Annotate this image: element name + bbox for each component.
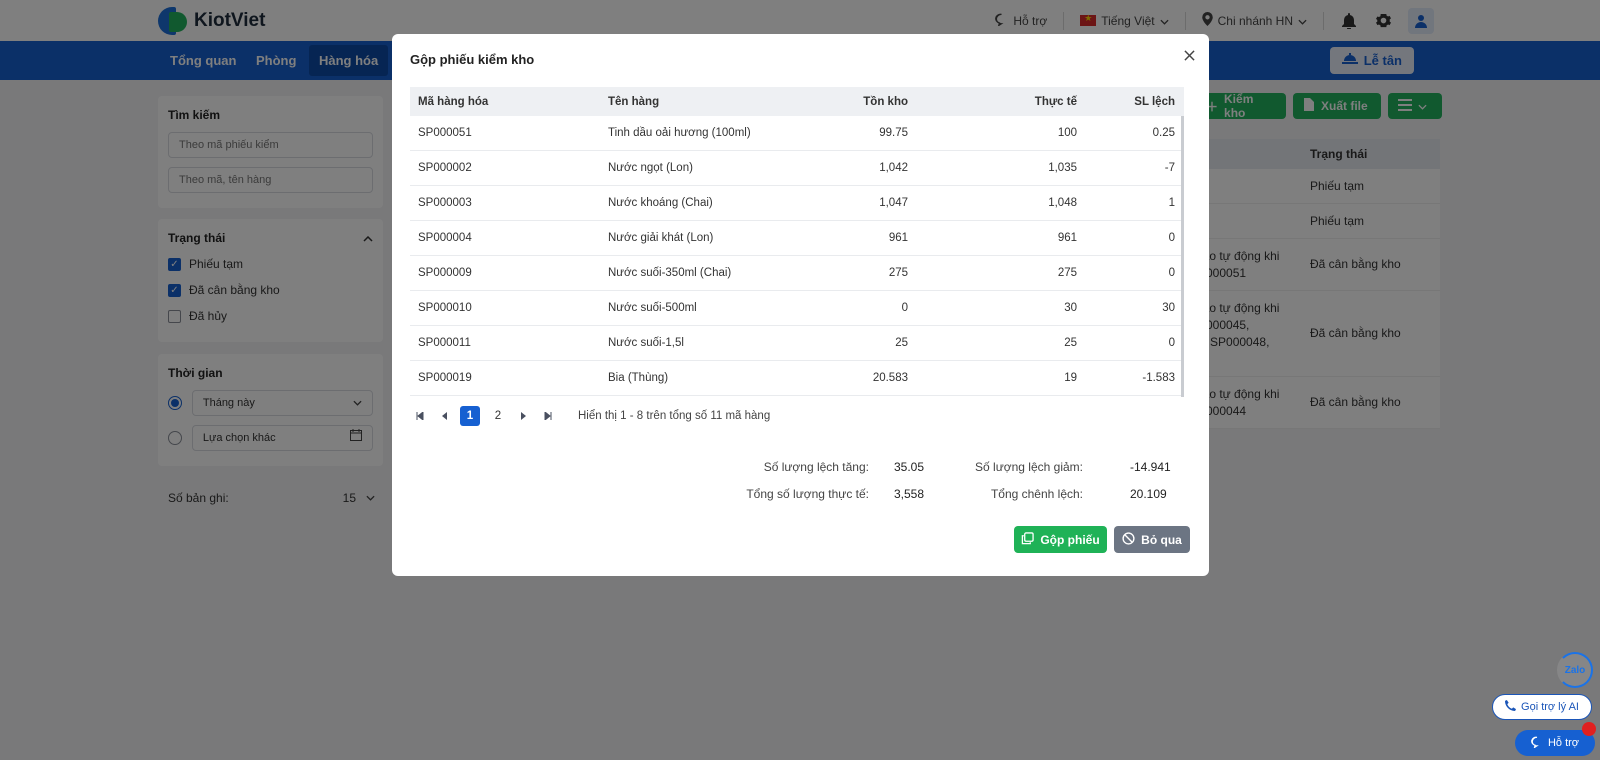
pagination-info: Hiển thị 1 - 8 trên tổng số 11 mã hàng [578, 410, 771, 422]
skip-label: Bỏ qua [1141, 532, 1182, 547]
cell-diff: 0 [1168, 337, 1175, 349]
total-diff-label: Tổng chênh lệch: [990, 487, 1083, 501]
phone-icon [1505, 700, 1517, 714]
cell-diff: 0 [1168, 232, 1175, 244]
last-page-icon[interactable] [540, 406, 556, 426]
cell-actual: 100 [1057, 127, 1077, 139]
decrease-label: Số lượng lệch giảm: [975, 460, 1083, 474]
col-header-name: Tên hàng [608, 95, 660, 108]
col-header-code: Mã hàng hóa [418, 95, 489, 108]
cell-stock: 20.583 [872, 372, 908, 384]
notification-dot [1582, 722, 1596, 736]
cell-name: Nước suối-350ml (Chai) [608, 267, 732, 279]
table-row[interactable]: SP000051 Tinh dầu oải hương (100ml) 99.75 1… [410, 116, 1184, 151]
merge-button[interactable]: Gộp phiếu [1014, 526, 1107, 553]
cell-actual: 1,035 [1048, 162, 1077, 174]
table-row[interactable]: SP000011 Nước suối-1,5l 25 25 0 [410, 326, 1184, 361]
merge-inventory-modal: Gộp phiếu kiểm kho Mã hàng hóa Tên hàng … [392, 34, 1209, 576]
ban-icon [1122, 531, 1135, 548]
modal-title: Gộp phiếu kiểm kho [410, 52, 535, 67]
total-actual-label: Tổng số lượng thực tế: [746, 487, 869, 501]
table-row[interactable]: SP000003 Nước khoáng (Chai) 1,047 1,048 1 [410, 186, 1184, 221]
increase-label: Số lượng lệch tăng: [763, 460, 869, 474]
table-row[interactable]: SP000002 Nước ngọt (Lon) 1,042 1,035 -7 [410, 151, 1184, 186]
cell-name: Nước suối-1,5l [608, 337, 684, 349]
zalo-chat-button[interactable]: Zalo [1557, 652, 1593, 688]
total-actual-value: 3,558 [894, 487, 925, 501]
skip-button[interactable]: Bỏ qua [1114, 526, 1190, 553]
cell-stock: 25 [895, 337, 908, 349]
cell-actual: 1,048 [1048, 197, 1077, 209]
cell-name: Bia (Thùng) [608, 372, 669, 384]
merge-copy-icon [1021, 531, 1035, 548]
table-row[interactable]: SP000004 Nước giải khát (Lon) 961 961 0 [410, 221, 1184, 256]
help-label: Hỗ trợ [1547, 737, 1580, 749]
cell-diff: 30 [1162, 302, 1175, 314]
decrease-value: -14.941 [1130, 460, 1171, 474]
cell-name: Nước ngọt (Lon) [608, 162, 693, 174]
table-row[interactable]: SP000010 Nước suối-500ml 0 30 30 [410, 291, 1184, 326]
cell-stock: 1,047 [879, 197, 908, 209]
zalo-label: Zalo [1564, 664, 1586, 676]
cell-diff: 0 [1168, 267, 1175, 279]
cell-code: SP000009 [418, 267, 472, 279]
cell-name: Nước giải khát (Lon) [608, 232, 714, 244]
prev-page-icon[interactable] [436, 406, 452, 426]
cell-stock: 275 [888, 267, 908, 279]
merge-label: Gộp phiếu [1040, 532, 1100, 547]
cell-name: Nước suối-500ml [608, 302, 697, 314]
ai-assistant-button[interactable]: Gọi trợ lý AI [1492, 694, 1592, 720]
cell-code: SP000051 [418, 127, 472, 139]
total-diff-value: 20.109 [1130, 487, 1167, 501]
page-1[interactable]: 1 [460, 406, 480, 426]
pagination: 1 2 Hiển thị 1 - 8 trên tổng số 11 mã hà… [412, 406, 770, 426]
cell-code: SP000003 [418, 197, 472, 209]
table-row[interactable]: SP000009 Nước suối-350ml (Chai) 275 275 0 [410, 256, 1184, 291]
table-row[interactable]: SP000019 Bia (Thùng) 20.583 19 -1.583 [410, 361, 1184, 396]
table-scrollbar[interactable] [1181, 116, 1184, 397]
cell-actual: 30 [1064, 302, 1077, 314]
ai-assistant-label: Gọi trợ lý AI [1521, 701, 1579, 713]
table-body: SP000051 Tinh dầu oải hương (100ml) 99.75 1… [410, 116, 1184, 396]
col-header-stock: Tồn kho [863, 95, 908, 108]
cell-code: SP000019 [418, 372, 472, 384]
cell-actual: 961 [1057, 232, 1077, 244]
col-header-actual: Thực tế [1034, 95, 1077, 108]
first-page-icon[interactable] [412, 406, 428, 426]
cell-name: Tinh dầu oải hương (100ml) [608, 127, 751, 139]
cell-stock: 99.75 [879, 127, 908, 139]
cell-diff: 0.25 [1152, 127, 1175, 139]
cell-actual: 25 [1064, 337, 1077, 349]
cell-actual: 275 [1057, 267, 1077, 279]
cell-code: SP000004 [418, 232, 472, 244]
cell-diff: -1.583 [1142, 372, 1175, 384]
col-header-diff: SL lệch [1134, 95, 1175, 108]
next-page-icon[interactable] [516, 406, 532, 426]
cell-code: SP000010 [418, 302, 472, 314]
chat-bubble-icon [1531, 736, 1543, 751]
cell-stock: 961 [888, 232, 908, 244]
items-table: Mã hàng hóa Tên hàng Tồn kho Thực tế SL … [410, 87, 1184, 397]
increase-value: 35.05 [894, 460, 925, 474]
cell-code: SP000002 [418, 162, 472, 174]
cell-diff: -7 [1164, 162, 1175, 174]
cell-code: SP000011 [418, 337, 471, 349]
cell-name: Nước khoáng (Chai) [608, 197, 713, 209]
cell-stock: 1,042 [879, 162, 908, 174]
cell-diff: 1 [1168, 197, 1175, 209]
table-header: Mã hàng hóa Tên hàng Tồn kho Thực tế SL … [410, 87, 1184, 116]
page-2[interactable]: 2 [488, 406, 508, 426]
close-icon[interactable] [1184, 46, 1195, 64]
cell-stock: 0 [901, 302, 908, 314]
cell-actual: 19 [1064, 372, 1077, 384]
